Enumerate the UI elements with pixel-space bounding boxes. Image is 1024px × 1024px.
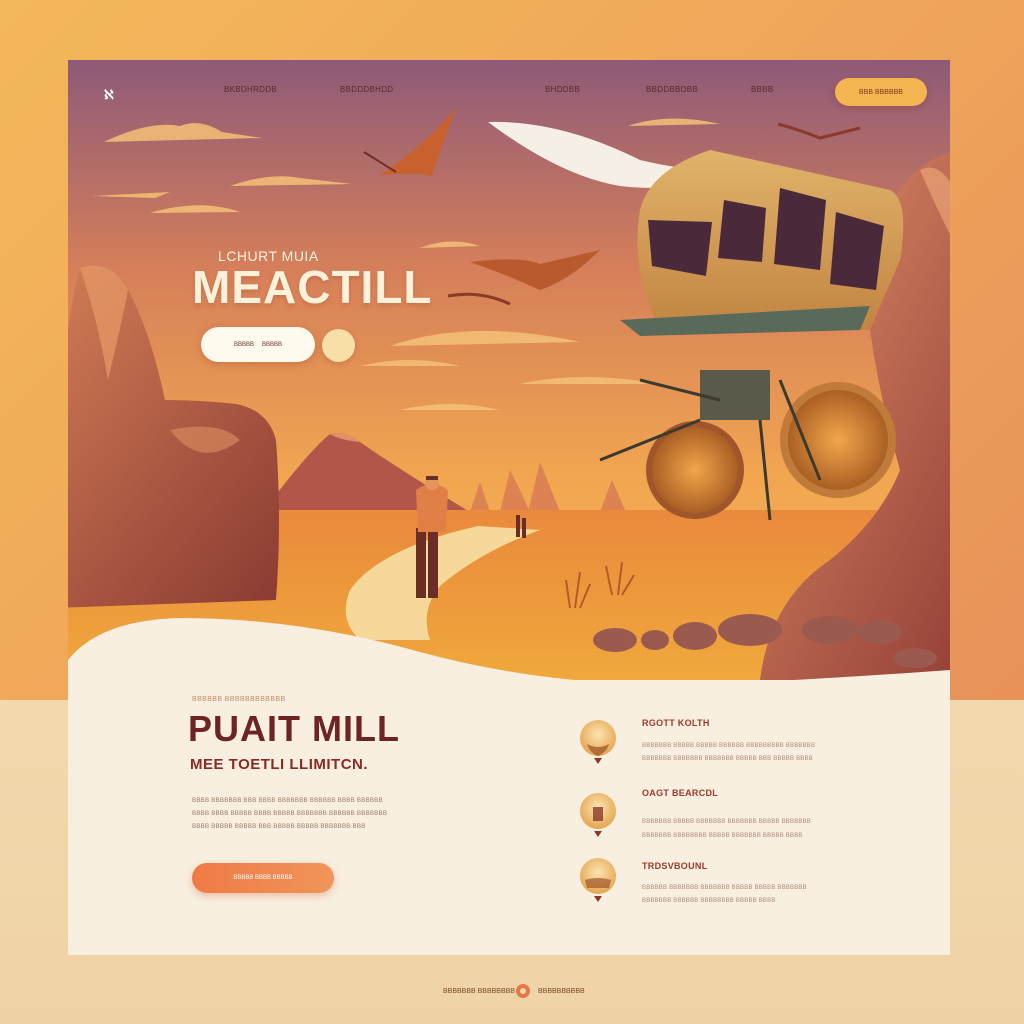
balloon-icon (580, 793, 616, 837)
footer: BBBBBBB BBBBBBBB BBBBBBBBBB (0, 984, 1024, 1000)
hero-pill-right-label: BBBBB (262, 341, 283, 348)
footer-left-text[interactable]: BBBBBBB BBBBBBBB (443, 988, 515, 995)
section-cta-button[interactable]: BBBBB BBBB BBBBB (192, 863, 334, 893)
feature-text-line: BBBBBBB BBBBBB BBBBBBBB BBBBB BBBB (642, 898, 776, 904)
section-title: PUAIT MILL (188, 708, 400, 749)
feature-text-line: BBBBBBB BBBBBBBB BBBBB BBBBBBB BBBBB BBB… (642, 833, 803, 839)
feature-title: TRDSVBOUNL (642, 861, 708, 871)
nav-link-4[interactable]: BBDDBBDBB (646, 85, 698, 94)
hero-circle-button[interactable] (322, 329, 355, 362)
hero-title: MEACTILL (192, 261, 433, 313)
section-paragraph-line: BBBB BBBBB BBBBB BBB BBBBB BBBBB BBBBBBB… (192, 823, 366, 830)
section-paragraph-line: BBBB BBBBBBB BBB BBBB BBBBBBB BBBBBB BBB… (192, 797, 383, 804)
feature-text-line: BBBBBBB BBBBB BBBBB BBBBBB BBBBBBBBB BBB… (642, 743, 816, 749)
balloon-icon (580, 720, 616, 764)
section-eyebrow: BBBBBB BBBBBBBBBBBB (192, 696, 286, 703)
feature-title: RGOTT KOLTH (642, 718, 710, 728)
section-paragraph-line: BBBB BBBB BBBBB BBBB BBBBB BBBBBBB BBBBB… (192, 810, 388, 817)
feature-title: OAGT BEARCDL (642, 788, 719, 798)
feature-text-line: BBBBBBB BBBBB BBBBBBB BBBBBBB BBBBB BBBB… (642, 819, 812, 825)
footer-dot-icon[interactable] (516, 984, 530, 998)
section-subtitle: MEE TOETLI LLIMITCN. (190, 756, 369, 773)
footer-right-text[interactable]: BBBBBBBBBB (538, 988, 585, 995)
nav-link-5[interactable]: BBBB (751, 85, 774, 94)
nav-link-2[interactable]: BBDDDBHDD (340, 85, 393, 94)
hero-pill-left-label: BBBBB (233, 341, 254, 348)
hero-pill-button[interactable]: BBBBB BBBBB (201, 327, 315, 362)
logo-mark[interactable]: ℵ (104, 87, 114, 103)
nav-link-1[interactable]: BKBDHRDDB (224, 85, 277, 94)
website-frame: ℵ BKBDHRDDB BBDDDBHDD BHDDBB BBDDBBDBB B… (68, 60, 950, 955)
balloon-icon (580, 858, 616, 902)
nav-cta-button[interactable]: BBB BBBBBB (835, 78, 927, 106)
nav-link-3[interactable]: BHDDBB (545, 85, 580, 94)
feature-text-line: BBBBBB BBBBBBB BBBBBBB BBBBB BBBBB BBBBB… (642, 885, 807, 891)
feature-text-line: BBBBBBB BBBBBBB BBBBBBB BBBBB BBB BBBBB … (642, 756, 813, 762)
